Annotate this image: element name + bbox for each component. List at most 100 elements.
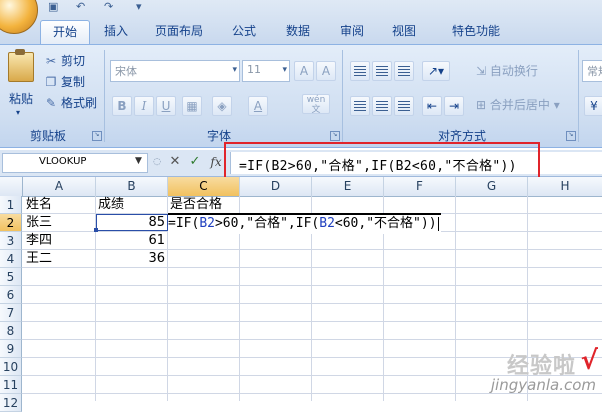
column-header-d[interactable]: D bbox=[240, 177, 312, 196]
tab-home[interactable]: 开始 bbox=[40, 20, 90, 45]
tab-special-features[interactable]: 特色功能 bbox=[436, 20, 516, 44]
tab-insert[interactable]: 插入 bbox=[96, 20, 136, 44]
gridline bbox=[455, 196, 456, 401]
tab-review[interactable]: 审阅 bbox=[330, 20, 374, 44]
grow-font-button[interactable]: A bbox=[294, 61, 314, 81]
align-middle-button[interactable] bbox=[372, 61, 392, 81]
phonetic-button[interactable]: wén 文 bbox=[302, 94, 330, 115]
row-header-2[interactable]: 2 bbox=[0, 214, 22, 232]
tab-view[interactable]: 视图 bbox=[382, 20, 426, 44]
row-header-5[interactable]: 5 bbox=[0, 268, 22, 286]
column-header-c[interactable]: C bbox=[168, 177, 240, 196]
row-header-9[interactable]: 9 bbox=[0, 340, 22, 358]
font-size-value: 11 bbox=[247, 63, 261, 76]
cell-a4[interactable]: 王二 bbox=[24, 250, 94, 268]
cell-reference: B2 bbox=[319, 216, 335, 231]
chevron-down-icon: ▾ bbox=[16, 108, 21, 117]
wrap-text-label: 自动换行 bbox=[489, 64, 538, 78]
cell-a3[interactable]: 李四 bbox=[24, 232, 94, 250]
fill-color-icon[interactable]: ◈ bbox=[212, 96, 232, 116]
cell-b4[interactable]: 36 bbox=[96, 250, 167, 268]
cell-c1[interactable]: 是否合格 bbox=[168, 196, 240, 214]
paste-label: 粘贴 bbox=[8, 92, 33, 106]
insert-function-button[interactable]: fx bbox=[206, 153, 226, 171]
align-top-button[interactable] bbox=[350, 61, 370, 81]
name-box[interactable]: VLOOKUP ▼ bbox=[2, 153, 148, 173]
font-launcher-icon[interactable]: ↘ bbox=[330, 131, 340, 141]
align-center-icon bbox=[376, 101, 388, 111]
undo-icon[interactable]: ↶ bbox=[76, 0, 85, 13]
tab-data[interactable]: 数据 bbox=[276, 20, 320, 44]
number-format-select[interactable]: 常规 bbox=[582, 60, 602, 82]
align-right-icon bbox=[398, 101, 410, 111]
save-icon[interactable]: ▣ bbox=[48, 0, 58, 13]
row-header-4[interactable]: 4 bbox=[0, 250, 22, 268]
cell-b1[interactable]: 成绩 bbox=[96, 196, 166, 214]
underline-button[interactable]: U bbox=[156, 96, 176, 116]
column-header-e[interactable]: E bbox=[312, 177, 384, 196]
align-left-button[interactable] bbox=[350, 96, 370, 116]
cancel-icon[interactable]: ✕ bbox=[166, 153, 184, 171]
clipboard-launcher-icon[interactable]: ↘ bbox=[92, 131, 102, 141]
decrease-indent-button[interactable]: ⇤ bbox=[422, 96, 442, 116]
align-bottom-button[interactable] bbox=[394, 61, 414, 81]
bold-button[interactable]: B bbox=[112, 96, 132, 116]
enter-icon[interactable]: ✓ bbox=[186, 153, 204, 171]
wrap-text-icon: ⇲ bbox=[476, 64, 490, 78]
fx-icon: fx bbox=[210, 155, 222, 169]
column-headers: A B C D E F G H bbox=[0, 177, 602, 197]
gridline bbox=[22, 339, 602, 340]
cell-reference: B2 bbox=[199, 216, 215, 231]
cell-a2[interactable]: 张三 bbox=[24, 214, 94, 232]
border-icon[interactable]: ▦ bbox=[182, 96, 202, 116]
format-painter-button[interactable]: ✎ 格式刷 bbox=[44, 94, 97, 112]
scissors-icon: ✂ bbox=[45, 54, 57, 68]
cell-b3[interactable]: 61 bbox=[96, 232, 167, 250]
row-header-12[interactable]: 12 bbox=[0, 394, 22, 412]
font-color-icon[interactable]: A bbox=[248, 96, 268, 116]
italic-button[interactable]: I bbox=[134, 96, 154, 116]
column-header-b[interactable]: B bbox=[96, 177, 168, 196]
group-divider bbox=[578, 50, 579, 142]
range-handle[interactable] bbox=[94, 228, 98, 232]
row-header-1[interactable]: 1 bbox=[0, 196, 22, 214]
align-center-button[interactable] bbox=[372, 96, 392, 116]
column-header-h[interactable]: H bbox=[528, 177, 602, 196]
column-header-a[interactable]: A bbox=[23, 177, 96, 196]
increase-indent-button[interactable]: ⇥ bbox=[444, 96, 464, 116]
row-header-10[interactable]: 10 bbox=[0, 358, 22, 376]
paste-button[interactable]: 粘贴 ▾ bbox=[4, 49, 38, 122]
row-header-8[interactable]: 8 bbox=[0, 322, 22, 340]
quick-access-toolbar: ▣ ↶ ↷ ▾ bbox=[40, 0, 160, 14]
column-header-g[interactable]: G bbox=[456, 177, 528, 196]
font-size-select[interactable]: 11 ▾ bbox=[242, 60, 290, 82]
orientation-button[interactable]: ↗▾ bbox=[422, 61, 450, 81]
row-header-11[interactable]: 11 bbox=[0, 376, 22, 394]
brush-icon: ✎ bbox=[45, 96, 57, 110]
column-header-f[interactable]: F bbox=[384, 177, 456, 196]
row-header-6[interactable]: 6 bbox=[0, 286, 22, 304]
redo-icon[interactable]: ↷ bbox=[104, 0, 113, 13]
row-header-7[interactable]: 7 bbox=[0, 304, 22, 322]
copy-button[interactable]: ❐ 复制 bbox=[44, 73, 85, 91]
select-all-corner[interactable] bbox=[0, 177, 23, 196]
gridline bbox=[22, 285, 602, 286]
currency-format-icon[interactable]: ¥ bbox=[584, 96, 602, 116]
paste-icon bbox=[8, 49, 34, 82]
text-caret bbox=[437, 216, 439, 231]
font-name-select[interactable]: 宋体 ▾ bbox=[110, 60, 240, 82]
merge-center-label: 合并后居中 bbox=[489, 98, 550, 112]
cut-button[interactable]: ✂ 剪切 bbox=[44, 52, 85, 70]
alignment-launcher-icon[interactable]: ↘ bbox=[566, 131, 576, 141]
cell-c2-editor[interactable]: =IF(B2>60,"合格",IF(B2<60,"不合格")) bbox=[168, 213, 441, 234]
merge-center-button[interactable]: ⊞ 合并后居中 ▾ bbox=[476, 96, 560, 114]
row-header-3[interactable]: 3 bbox=[0, 232, 22, 250]
group-divider bbox=[104, 50, 105, 142]
wrap-text-button[interactable]: ⇲ 自动换行 bbox=[476, 62, 538, 80]
shrink-font-button[interactable]: A bbox=[316, 61, 336, 81]
align-right-button[interactable] bbox=[394, 96, 414, 116]
tab-page-layout[interactable]: 页面布局 bbox=[144, 20, 214, 44]
customize-qat-icon[interactable]: ▾ bbox=[136, 0, 142, 13]
tab-formulas[interactable]: 公式 bbox=[222, 20, 266, 44]
cell-a1[interactable]: 姓名 bbox=[24, 196, 94, 214]
